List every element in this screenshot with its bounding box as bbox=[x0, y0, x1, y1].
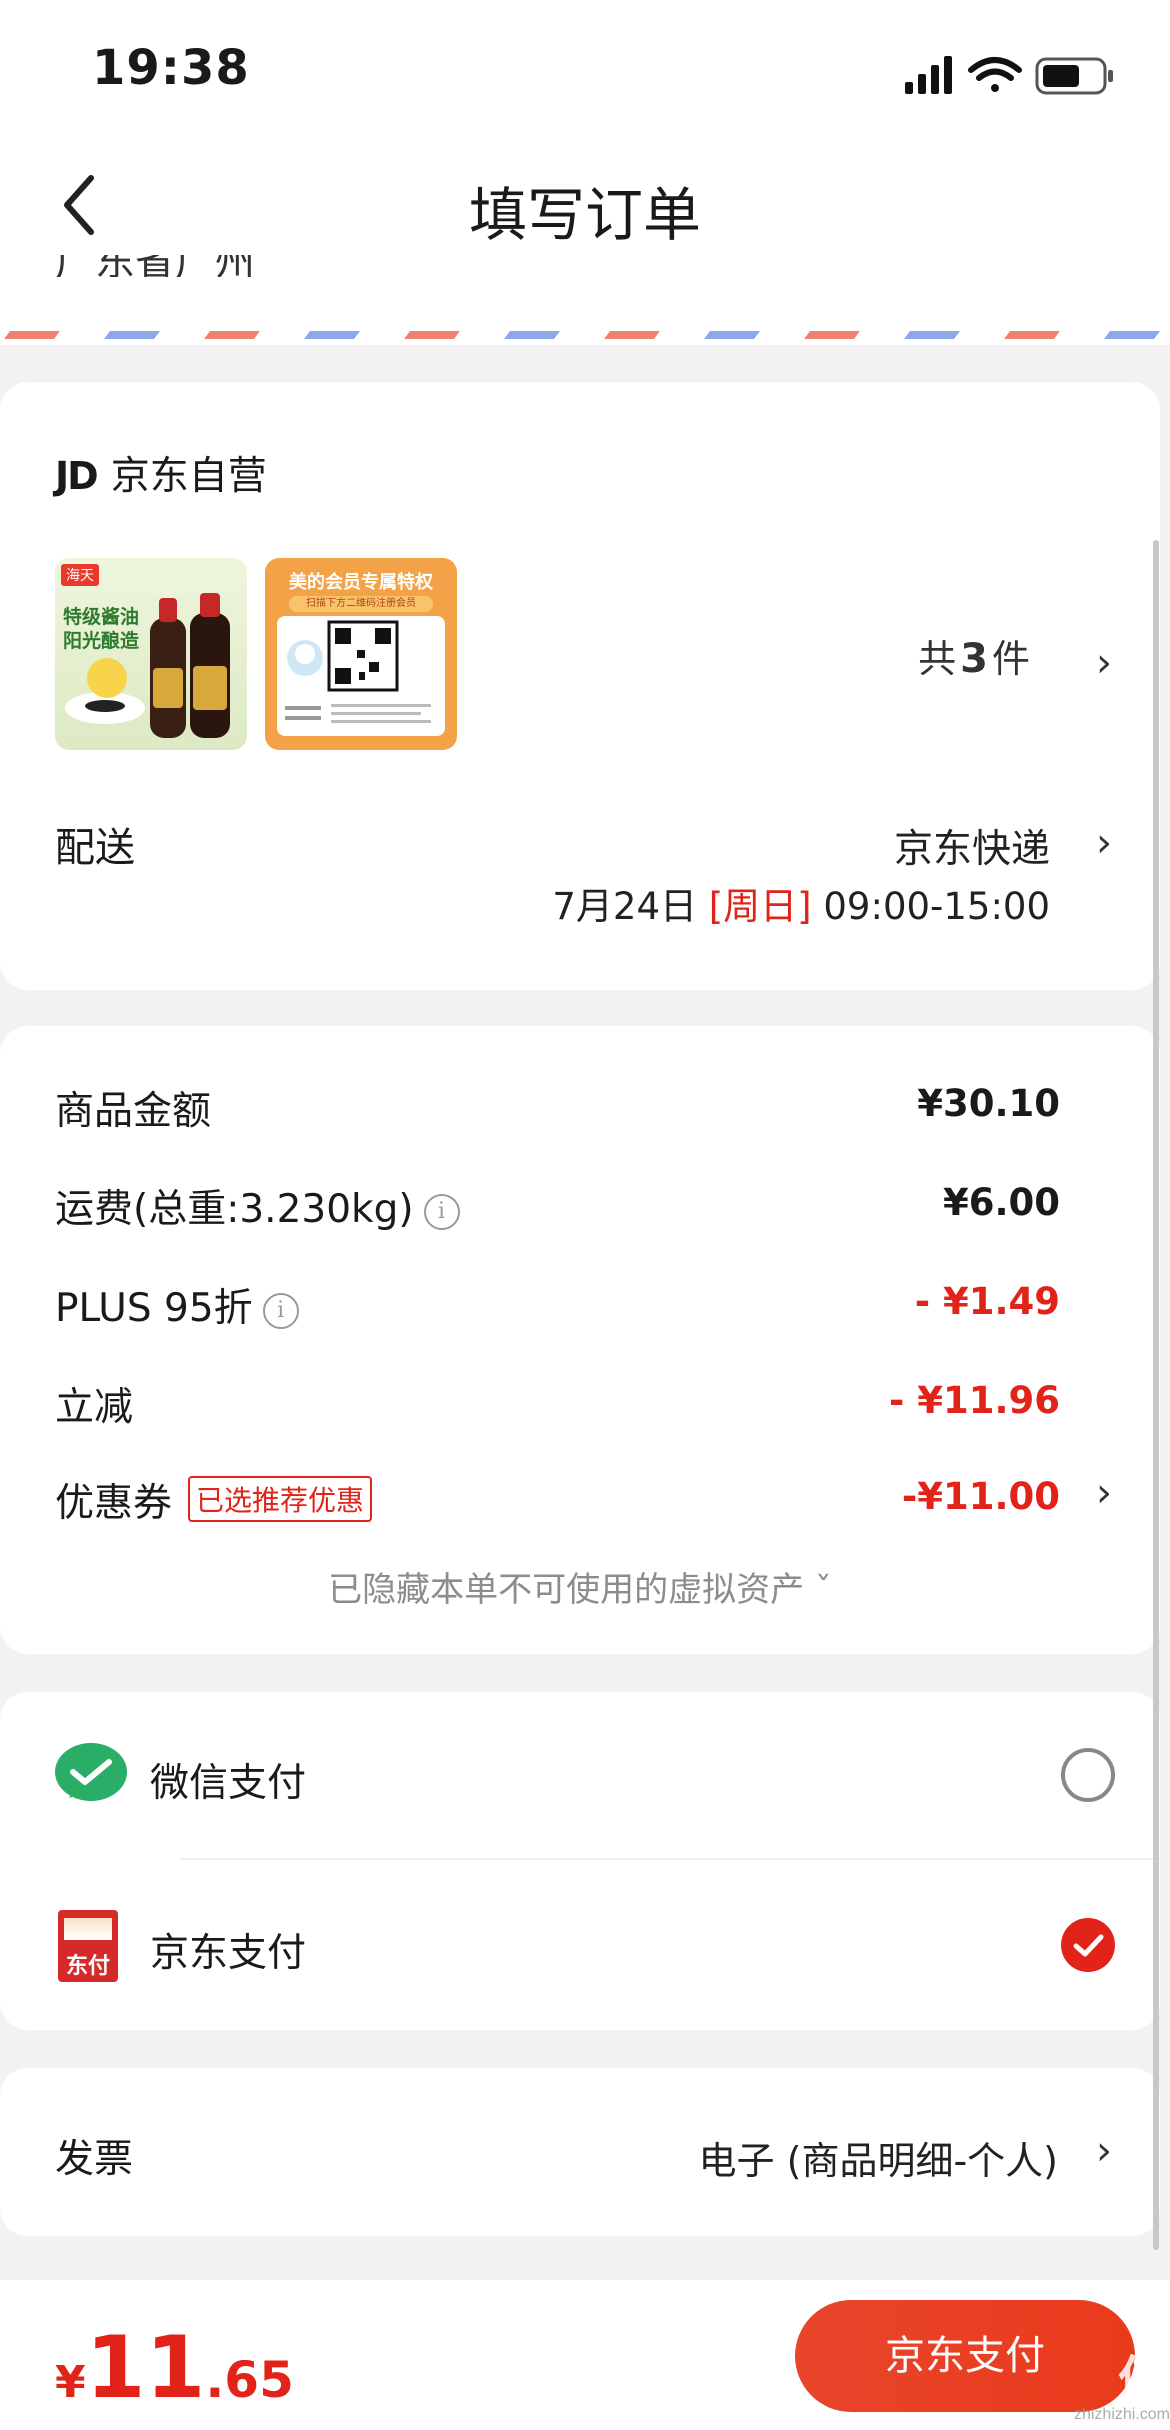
address-text-partial[interactable]: 广东省广州市 bbox=[55, 255, 265, 277]
jd-pay-icon: 东付 bbox=[58, 1910, 118, 1982]
signal-icon bbox=[905, 56, 952, 94]
invoice-label: 发票 bbox=[55, 2137, 134, 2182]
wechat-pay-label[interactable]: 微信支付 bbox=[150, 1752, 306, 1808]
jd-pay-label[interactable]: 京东支付 bbox=[150, 1922, 306, 1978]
instant-discount-label: 立减 bbox=[55, 1385, 134, 1430]
status-time: 19:38 bbox=[92, 40, 250, 96]
goods-amount-value: ¥30.10 bbox=[917, 1082, 1060, 1125]
page-title: 填写订单 bbox=[468, 181, 701, 249]
scrollbar[interactable] bbox=[1153, 540, 1159, 2250]
wechat-pay-radio[interactable] bbox=[1061, 1748, 1115, 1802]
freight-label: 运费(总重:3.230kg) i bbox=[55, 1178, 460, 1234]
product-thumbnail-soy-sauce[interactable]: 海天 特级酱油 阳光酿造 bbox=[55, 558, 247, 750]
chevron-right-icon[interactable]: › bbox=[1096, 2128, 1112, 2174]
coupon-value[interactable]: -¥11.00 bbox=[902, 1475, 1060, 1518]
chevron-right-icon[interactable]: › bbox=[1096, 820, 1112, 866]
info-icon[interactable]: i bbox=[262, 1293, 299, 1329]
airmail-border bbox=[0, 327, 1170, 345]
chevron-right-icon[interactable]: › bbox=[1096, 640, 1112, 686]
invoice-value[interactable]: 电子 (商品明细-个人) bbox=[699, 2130, 1058, 2185]
hidden-assets-toggle[interactable]: 已隐藏本单不可使用的虚拟资产 ˇ bbox=[0, 1562, 1160, 1611]
divider bbox=[180, 1858, 1160, 1860]
wechat-pay-icon bbox=[55, 1743, 127, 1801]
wifi-icon bbox=[968, 57, 1022, 92]
coupon-tag: 已选推荐优惠 bbox=[188, 1476, 373, 1522]
chevron-right-icon[interactable]: › bbox=[1096, 1470, 1112, 1516]
shop-name: JD 京东自营 bbox=[55, 454, 267, 499]
shipping-label: 配送 bbox=[55, 825, 135, 871]
check-icon bbox=[1073, 1934, 1104, 1957]
goods-amount-label: 商品金额 bbox=[55, 1089, 212, 1134]
item-count[interactable]: 共3件 bbox=[918, 628, 1030, 683]
jd-pay-radio-checked[interactable] bbox=[1061, 1918, 1115, 1972]
plus-discount-value: - ¥1.49 bbox=[914, 1280, 1060, 1323]
product-thumbnail-member-card[interactable]: 美的会员专属特权 扫描下方二维码注册会员 bbox=[265, 558, 457, 750]
status-icons bbox=[905, 56, 1113, 95]
payment-method-card bbox=[0, 1692, 1160, 2030]
info-icon[interactable]: i bbox=[423, 1194, 460, 1230]
shipping-carrier[interactable]: 京东快递 bbox=[894, 818, 1050, 874]
coupon-label[interactable]: 优惠券 已选推荐优惠 bbox=[55, 1472, 373, 1528]
total-price: ¥11.65 bbox=[55, 2318, 294, 2418]
instant-discount-value: - ¥11.96 bbox=[888, 1379, 1060, 1422]
delivery-time[interactable]: 7月24日 [周日] 09:00-15:00 bbox=[552, 876, 1050, 930]
plus-discount-label: PLUS 95折 i bbox=[55, 1277, 299, 1333]
watermark-logo: 值 zhizhizhi.com bbox=[1073, 2351, 1170, 2423]
battery-icon bbox=[1035, 57, 1113, 95]
freight-value: ¥6.00 bbox=[942, 1181, 1060, 1224]
